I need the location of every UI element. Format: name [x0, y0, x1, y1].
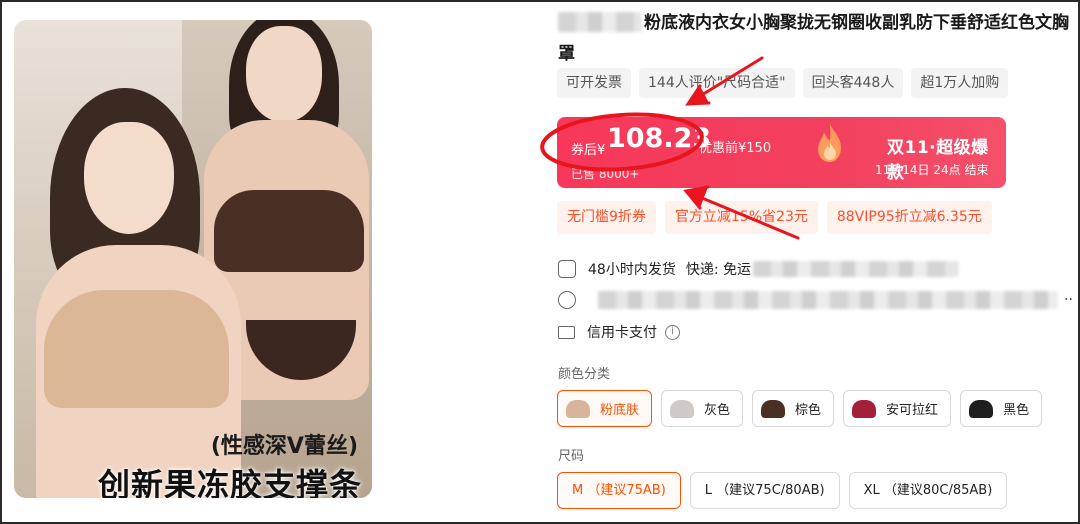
fire-icon: [818, 124, 841, 162]
payment-label: 信用卡支付: [587, 325, 657, 341]
original-price: 优惠前¥150: [699, 141, 772, 156]
bra-swatch-icon: [670, 399, 695, 418]
shipping-redacted: [753, 261, 958, 277]
size-section-label: 尺码: [558, 449, 585, 464]
color-option[interactable]: 灰色: [661, 390, 744, 427]
brown-bra: [214, 190, 364, 272]
bra-swatch-icon: [969, 399, 994, 418]
color-option-label: 棕色: [795, 403, 822, 418]
color-option[interactable]: 安可拉红: [843, 390, 952, 427]
sold-count: 已售 8000+: [571, 167, 640, 181]
promo-end-time: 11月14日 24点 结束: [875, 163, 989, 177]
image-caption-large: 创新果冻胶支撑条: [97, 466, 362, 498]
product-main-image[interactable]: (性感深V蕾丝) 创新果冻胶支撑条: [14, 20, 372, 498]
color-option[interactable]: 粉底肤: [557, 390, 653, 427]
model-front-face: [84, 122, 174, 234]
color-option-label: 安可拉红: [886, 403, 939, 418]
credit-card-icon: [558, 325, 575, 339]
more-text: ··: [1064, 292, 1073, 308]
shipping-label: 快递: 免运: [685, 262, 751, 278]
size-options: M （建议75AB) L （建议75C/80AB) XL （建议80C/85AB…: [557, 472, 1008, 509]
address-redacted: [598, 291, 1058, 309]
size-option[interactable]: XL （建议80C/85AB): [848, 472, 1008, 509]
price-prefix: 券后¥: [571, 143, 606, 158]
color-option-label: 黑色: [1003, 403, 1030, 418]
color-option-label: 粉底肤: [600, 403, 640, 418]
tag-invoice[interactable]: 可开发票: [557, 68, 631, 98]
coupon-list: 无门槛9折券 官方立减15%省23元 88VIP95折立减6.35元: [557, 201, 992, 234]
color-option[interactable]: 棕色: [752, 390, 835, 427]
color-options: 粉底肤 灰色 棕色 安可拉红 黑色: [557, 390, 1043, 427]
size-option[interactable]: M （建议75AB): [557, 472, 681, 509]
product-tags: 可开发票 144人评价"尺码合适" 回头客448人 超1万人加购: [557, 68, 1009, 98]
color-section-label: 颜色分类: [558, 367, 611, 382]
tag-cart-adds: 超1万人加购: [911, 68, 1009, 98]
coupon-item[interactable]: 无门槛9折券: [557, 201, 656, 234]
address-row[interactable]: ·· ▼: [558, 291, 1080, 309]
bra-swatch-icon: [852, 399, 877, 418]
bra-swatch-icon: [566, 399, 590, 418]
price-value: 108.23: [607, 123, 712, 154]
price-card: 券后¥ 108.23 优惠前¥150 已售 8000+ 双11·超级爆款 11月…: [557, 117, 1006, 188]
coupon-item[interactable]: 88VIP95折立减6.35元: [826, 201, 992, 234]
truck-icon: [558, 260, 576, 278]
product-title: 粉底液内衣女小胸聚拢无钢圈收副乳防下垂舒适红色文胸罩: [558, 13, 1069, 64]
badge-icon: [558, 291, 576, 309]
color-option[interactable]: 黑色: [960, 390, 1043, 427]
coupon-item[interactable]: 官方立减15%省23元: [664, 201, 818, 234]
size-option[interactable]: L （建议75C/80AB): [689, 472, 840, 509]
color-option-label: 灰色: [704, 403, 731, 418]
model-back-face: [246, 26, 322, 122]
tag-returning: 回头客448人: [802, 68, 904, 98]
shipping-time: 48小时内发货: [588, 262, 676, 278]
shipping-row[interactable]: 48小时内发货 快递: 免运: [558, 259, 958, 279]
bra-swatch-icon: [761, 399, 786, 418]
tag-reviews[interactable]: 144人评价"尺码合适": [639, 68, 795, 98]
nude-bra: [44, 290, 229, 408]
info-icon[interactable]: i: [665, 324, 680, 340]
image-caption-small: (性感深V蕾丝): [210, 434, 358, 459]
payment-row: 信用卡支付 i: [558, 322, 680, 342]
